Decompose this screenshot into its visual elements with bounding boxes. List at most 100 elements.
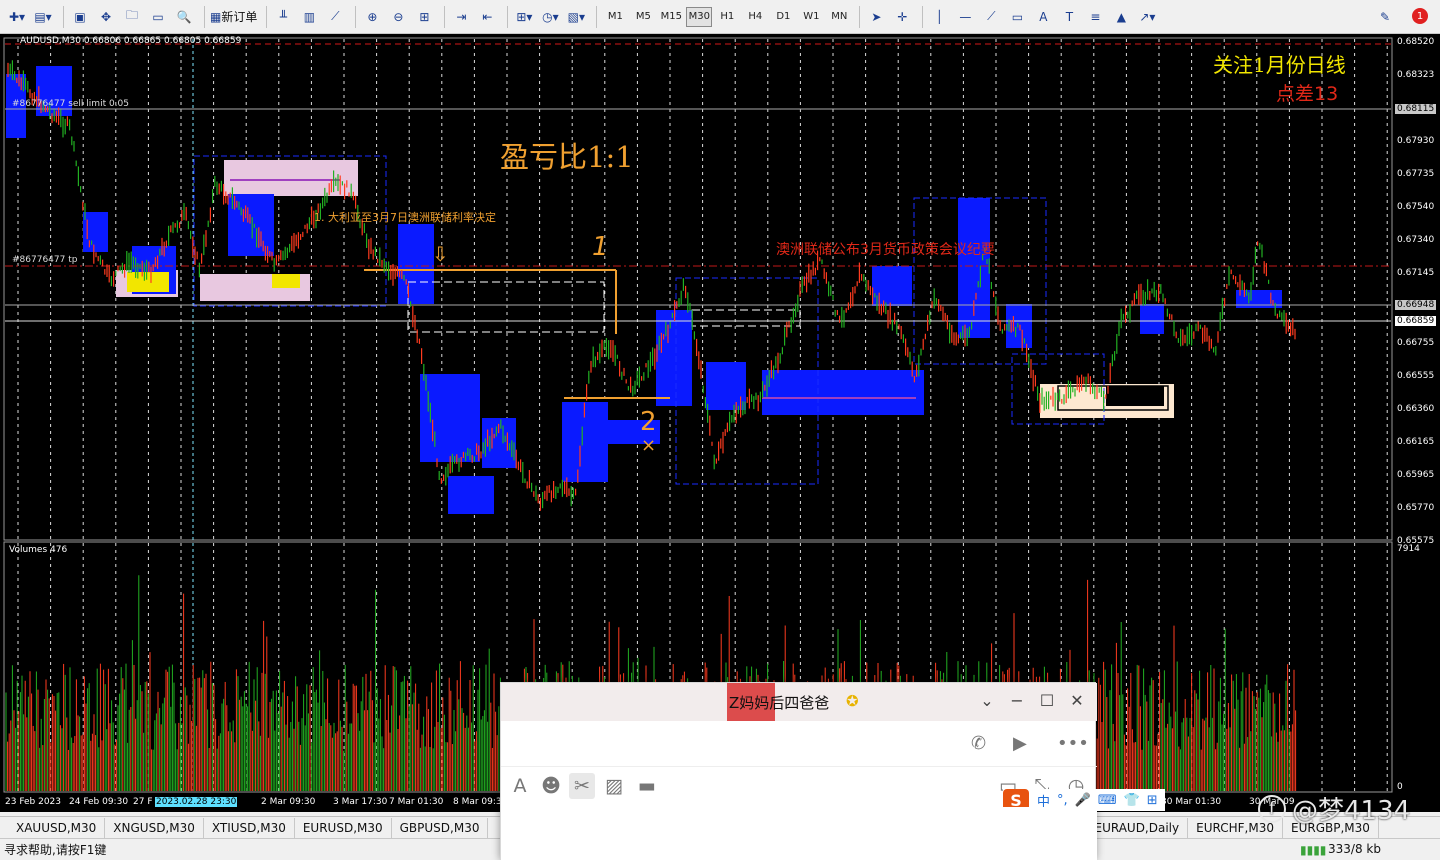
channel-icon[interactable]: ▭ <box>1006 5 1028 29</box>
arrows-icon[interactable]: ↗▾ <box>1136 5 1158 29</box>
mark-x: × <box>641 435 657 456</box>
timeframe-m30[interactable]: M30 <box>686 6 713 27</box>
timeframe-m5[interactable]: M5 <box>630 7 656 27</box>
keyboard-icon[interactable]: ⌨ <box>1098 793 1117 808</box>
templates-icon[interactable]: ▧▾ <box>565 5 587 29</box>
line-chart-icon[interactable]: ⟋ <box>324 5 346 29</box>
market-watch-icon[interactable]: ▣ <box>69 5 91 29</box>
chat-title-bar[interactable]: Z妈妈后四爸爸 ✪ ⌄ − ☐ ✕ <box>501 683 1097 721</box>
watermark: f @梦4134 <box>1258 790 1410 827</box>
folder-icon[interactable]: 🗀 <box>121 5 143 29</box>
candlestick-icon[interactable]: ▥ <box>298 5 320 29</box>
tile-windows-icon[interactable]: ⊞ <box>413 5 435 29</box>
cursor-icon[interactable]: ➤ <box>865 5 887 29</box>
connection-bars-icon: ▮▮▮▮ <box>1300 843 1327 857</box>
skin-icon[interactable]: 👕 <box>1124 793 1140 808</box>
timeframe-group: M1 M5 M15 M30 H1 H4 D1 W1 MN <box>602 6 854 27</box>
traffic-text: 333/8 kb <box>1328 842 1381 856</box>
symbol-tab[interactable]: XNGUSD,M30 <box>105 817 204 838</box>
timeframe-m15[interactable]: M15 <box>658 7 684 27</box>
maximize-icon[interactable]: ☐ <box>1037 691 1057 710</box>
new-chart-icon[interactable]: ✚▾ <box>6 5 28 29</box>
triangle-icon[interactable]: ▲ <box>1110 5 1132 29</box>
symbol-tab[interactable]: XAUUSD,M30 <box>8 817 106 838</box>
timeframe-h4[interactable]: H4 <box>742 7 768 27</box>
chart-header: AUDUSD,M30 0.66806 0.66865 0.66805 0.668… <box>20 36 242 46</box>
toolbar-divider <box>444 5 446 28</box>
crosshair-icon[interactable]: ✛ <box>891 5 913 29</box>
chat-window[interactable]: Z妈妈后四爸爸 ✪ ⌄ − ☐ ✕ ✆ ▶ ••• A ☻ ✂ ▨ ▬ ▭ ⤡ … <box>500 682 1165 860</box>
periods-icon[interactable]: ◷▾ <box>539 5 561 29</box>
chat-input[interactable] <box>501 807 1097 860</box>
minimize-icon[interactable]: − <box>1007 691 1027 710</box>
punctuation-icon[interactable]: °, <box>1057 793 1068 808</box>
chat-title: Z妈妈后四爸爸 <box>729 694 830 712</box>
timeframe-w1[interactable]: W1 <box>798 7 824 27</box>
platform-logo-icon: f <box>1258 794 1286 823</box>
timeframe-d1[interactable]: D1 <box>770 7 796 27</box>
vertical-line-icon[interactable]: │ <box>928 5 950 29</box>
price-tick: 0.66859 <box>1395 316 1437 326</box>
note-rba-minutes: 澳洲联储公布3月货币政策会议纪要 <box>776 242 995 258</box>
horizontal-line-icon[interactable]: — <box>954 5 976 29</box>
target-rectangle <box>691 309 801 327</box>
time-tick: 7 Mar 01:30 <box>389 797 444 807</box>
time-tick: 23 Feb 2023 <box>5 797 62 807</box>
timeframe-mn[interactable]: MN <box>826 7 852 27</box>
help-text: 寻求帮助,请按F1键 <box>4 843 107 857</box>
emoji-icon[interactable]: ☻ <box>538 773 564 799</box>
alert-badge[interactable]: 1 <box>1412 8 1428 24</box>
time-tick: 27 F <box>133 797 153 807</box>
terminal-icon[interactable]: ▭ <box>147 5 169 29</box>
order-label-tp: #86776477 tp <box>12 255 78 265</box>
symbol-tab[interactable]: GBPUSD,M30 <box>392 817 489 838</box>
trendline-icon[interactable]: ⟋ <box>980 5 1002 29</box>
chevron-down-icon[interactable]: ⌄ <box>977 691 997 710</box>
fibonacci-icon[interactable]: ≡ <box>1084 5 1106 29</box>
profiles-icon[interactable]: ▤▾ <box>32 5 54 29</box>
bar-chart-icon[interactable]: ╨ <box>272 5 294 29</box>
text-icon[interactable]: A <box>1032 5 1054 29</box>
toolbar-divider <box>63 5 64 28</box>
time-tick: 30 Mar 01:30 <box>1161 797 1222 807</box>
price-tick: 0.65575 <box>1397 536 1435 546</box>
close-icon[interactable]: ✕ <box>1067 691 1087 710</box>
file-icon[interactable]: ▬ <box>634 773 660 799</box>
image-icon[interactable]: ▨ <box>601 773 627 799</box>
toolbar-divider <box>596 5 598 28</box>
symbol-tab[interactable]: XTIUSD,M30 <box>204 817 295 838</box>
toolbar-divider <box>355 5 357 28</box>
navigator-icon[interactable]: ✥ <box>95 5 117 29</box>
indicators-icon[interactable]: ⊞▾ <box>513 5 535 29</box>
chart-shift-icon[interactable]: ⇤ <box>476 5 498 29</box>
zone-blue <box>398 224 434 304</box>
font-icon[interactable]: A <box>507 773 533 799</box>
strategy-tester-icon[interactable]: 🔍 <box>173 5 195 29</box>
symbol-tab[interactable]: EURAUD,Daily <box>1086 817 1189 838</box>
price-tick: 0.68323 <box>1397 70 1435 80</box>
screenshot-icon[interactable]: ✂ <box>569 773 595 799</box>
price-tick: 0.66948 <box>1395 300 1437 310</box>
microphone-icon[interactable]: 🎤 <box>1075 793 1091 808</box>
zone-blue <box>872 266 912 306</box>
zone-blue <box>762 370 924 415</box>
zone-blue <box>656 310 692 406</box>
zoom-out-icon[interactable]: ⊖ <box>387 5 409 29</box>
price-tick: 0.67340 <box>1397 235 1435 245</box>
voice-call-icon[interactable]: ✆ <box>971 733 986 754</box>
new-order-button[interactable]: ▦ 新订单 <box>210 5 257 29</box>
mark-two: 2 <box>640 407 657 437</box>
zone-blue <box>1140 304 1164 334</box>
time-tick: 2023.02.28 23:30 <box>155 797 238 807</box>
chat-actions: ✆ ▶ ••• <box>501 721 1097 767</box>
symbol-tab[interactable]: EURUSD,M30 <box>295 817 392 838</box>
timeframe-h1[interactable]: H1 <box>714 7 740 27</box>
video-call-icon[interactable]: ▶ <box>1013 733 1027 754</box>
auto-scroll-icon[interactable]: ⇥ <box>450 5 472 29</box>
toolbox-icon[interactable]: ⊞ <box>1147 793 1158 808</box>
text-label-icon[interactable]: T <box>1058 5 1080 29</box>
pen-icon[interactable]: ✎ <box>1374 5 1396 29</box>
more-icon[interactable]: ••• <box>1057 733 1089 754</box>
zoom-in-icon[interactable]: ⊕ <box>361 5 383 29</box>
timeframe-m1[interactable]: M1 <box>602 7 628 27</box>
